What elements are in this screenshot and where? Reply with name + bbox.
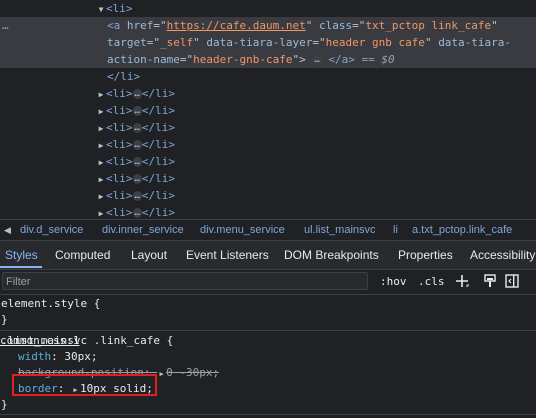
li-open-tag: <li>: [106, 206, 133, 219]
expand-triangle-icon[interactable]: ▶: [96, 154, 106, 171]
active-tab-indicator: [0, 266, 42, 268]
dom-node-li-collapsed[interactable]: ▶ <li>… </li>: [0, 136, 536, 153]
sidebar-tabs: Styles Computed Layout Event Listeners D…: [0, 240, 536, 270]
li-open-tag: <li>: [106, 121, 133, 134]
li-close-tag: </li>: [141, 104, 176, 117]
dom-node-li-collapsed[interactable]: ▶ <li>… </li>: [0, 170, 536, 187]
li-open-tag: <li>: [106, 172, 133, 185]
styles-pane: element.style { } .list_mainsvc .link_ca…: [0, 295, 536, 418]
a-open-tag: <a: [107, 19, 121, 32]
li-open-tag: <li>: [106, 138, 133, 151]
expand-triangle-icon[interactable]: ▶: [96, 137, 106, 154]
breadcrumb-item[interactable]: a.txt_pctop.link_cafe: [412, 220, 512, 240]
tab-layout[interactable]: Layout: [131, 241, 167, 269]
css-property-value-overridden[interactable]: 0 -30px: [166, 366, 212, 379]
css-property-value[interactable]: 30px: [64, 350, 91, 363]
expand-triangle-icon[interactable]: ▶: [96, 103, 106, 120]
li-close-tag: </li>: [141, 189, 176, 202]
attr-target-name: target: [107, 36, 147, 49]
close-brace: }: [1, 313, 8, 326]
class-toggle[interactable]: .cls: [418, 273, 445, 291]
li-open-tag: <li>: [106, 2, 133, 15]
highlight-annotation-box: [12, 374, 157, 396]
filter-input[interactable]: Filter: [2, 272, 368, 290]
li-close-tag: </li>: [141, 172, 176, 185]
expand-triangle-icon[interactable]: ▶: [96, 188, 106, 205]
attr-layer-name: data-tiara-layer: [206, 36, 313, 49]
li-open-tag: <li>: [106, 189, 133, 202]
styles-filter-toolbar: Filter :hov .cls: [0, 270, 536, 295]
collapsed-content-ellipsis[interactable]: …: [132, 106, 142, 116]
close-brace: }: [1, 398, 8, 411]
breadcrumb-item[interactable]: div.d_service: [20, 220, 83, 240]
li-open-tag: <li>: [106, 104, 133, 117]
hover-state-toggle[interactable]: :hov: [380, 273, 407, 291]
rule-source-link[interactable]: common.css:1: [0, 333, 532, 349]
dom-node-li-close: </li>: [0, 68, 536, 85]
add-rule-icon[interactable]: [454, 273, 470, 289]
console-ref-label: == $0: [361, 53, 395, 66]
tab-accessibility[interactable]: Accessibility: [470, 241, 535, 269]
breadcrumb-item[interactable]: li: [393, 220, 398, 240]
dom-node-selected-anchor[interactable]: … <a href="https://cafe.daum.net" class=…: [0, 17, 536, 68]
breadcrumb-item[interactable]: ul.list_mainsvc: [304, 220, 376, 240]
paint-brush-icon[interactable]: [482, 273, 498, 289]
expand-shorthand-icon[interactable]: ▶: [157, 366, 166, 382]
tab-dom-breakpoints[interactable]: DOM Breakpoints: [284, 241, 379, 269]
expand-triangle-icon[interactable]: ▶: [96, 171, 106, 188]
expand-triangle-icon[interactable]: ▶: [96, 120, 106, 137]
dom-node-li-collapsed[interactable]: ▶ <li>… </li>: [0, 119, 536, 136]
breadcrumb: ◀ div.d_service div.inner_service div.me…: [0, 219, 536, 240]
dom-node-li-collapsed[interactable]: ▶ <li>… </li>: [0, 153, 536, 170]
attr-href-value-link[interactable]: https://cafe.daum.net: [167, 19, 306, 32]
element-style-selector[interactable]: element.style {: [1, 296, 100, 312]
css-property-name[interactable]: width: [18, 350, 51, 363]
tab-properties[interactable]: Properties: [398, 241, 453, 269]
collapsed-content-ellipsis[interactable]: …: [132, 123, 142, 133]
li-close-tag: </li>: [107, 70, 141, 83]
dom-node-li-collapsed[interactable]: ▶ <li>… </li>: [0, 204, 536, 219]
collapsed-content-ellipsis[interactable]: …: [132, 140, 142, 150]
collapse-triangle-icon[interactable]: ▼: [96, 1, 106, 18]
li-close-tag: </li>: [141, 155, 176, 168]
li-close-tag: </li>: [141, 121, 176, 134]
a-close-tag: </a>: [328, 53, 355, 66]
li-close-tag: </li>: [141, 206, 176, 219]
scroll-left-icon[interactable]: ◀: [4, 220, 11, 240]
li-open-tag: <li>: [106, 87, 133, 100]
collapsed-content-ellipsis[interactable]: …: [132, 191, 142, 201]
dom-node-li-expanded[interactable]: ▼ <li>: [0, 0, 536, 17]
tab-computed[interactable]: Computed: [55, 241, 110, 269]
expand-triangle-icon[interactable]: ▶: [96, 205, 106, 219]
tab-event-listeners[interactable]: Event Listeners: [186, 241, 269, 269]
collapsed-content-ellipsis[interactable]: …: [132, 89, 142, 99]
collapsed-content-ellipsis[interactable]: …: [132, 174, 142, 184]
collapsed-content-ellipsis[interactable]: …: [132, 208, 142, 218]
dom-node-li-collapsed[interactable]: ▶ <li>… </li>: [0, 85, 536, 102]
attr-layer-value: header gnb cafe: [325, 36, 425, 49]
toggle-sidebar-icon[interactable]: [504, 273, 520, 289]
tab-styles[interactable]: Styles: [5, 241, 38, 269]
dom-node-li-collapsed[interactable]: ▶ <li>… </li>: [0, 102, 536, 119]
collapsed-content-ellipsis[interactable]: …: [132, 157, 142, 167]
elements-dom-tree: ▼ <li> … <a href="https://cafe.daum.net" …: [0, 0, 536, 219]
collapsed-content-ellipsis[interactable]: …: [312, 55, 322, 65]
dom-node-li-collapsed[interactable]: ▶ <li>… </li>: [0, 187, 536, 204]
attr-action-value: header-gnb-cafe: [193, 53, 293, 66]
attr-target-value: _self: [160, 36, 194, 49]
rule-separator: [0, 330, 536, 331]
attr-href-name: href: [126, 19, 154, 32]
breadcrumb-item[interactable]: div.menu_service: [200, 220, 285, 240]
attr-action-name-part2: action-name: [107, 53, 180, 66]
attr-action-name-part1: data-tiara-: [438, 36, 512, 49]
attr-class-name: class: [318, 19, 353, 32]
css-declaration-width[interactable]: width: 30px;: [18, 349, 98, 365]
li-close-tag: </li>: [141, 138, 176, 151]
li-close-tag: </li>: [141, 87, 176, 100]
breadcrumb-item[interactable]: div.inner_service: [102, 220, 184, 240]
li-open-tag: <li>: [106, 155, 133, 168]
attr-class-value: txt_pctop link_cafe: [365, 19, 492, 32]
expand-triangle-icon[interactable]: ▶: [96, 86, 106, 103]
more-options-icon[interactable]: …: [2, 17, 9, 34]
